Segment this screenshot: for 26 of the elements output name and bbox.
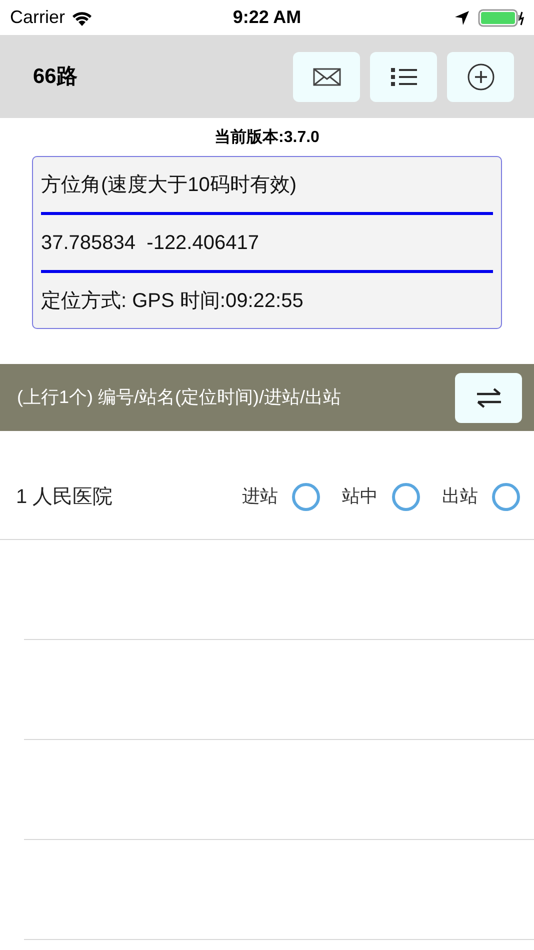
station-name: 1 人民医院 (16, 484, 114, 510)
envelope-icon (312, 68, 340, 86)
plus-circle-icon (466, 62, 494, 90)
option-label: 进站 (242, 485, 278, 508)
radio-button[interactable] (292, 482, 320, 510)
clock-time: 9:22 AM (232, 6, 302, 29)
list-button[interactable] (370, 52, 437, 102)
wifi-icon (71, 10, 94, 26)
version-text: 当前版本:3.7.0 (214, 128, 320, 148)
add-button[interactable] (447, 52, 514, 102)
info-text: 方位角(速度大于10码时有效) (41, 172, 297, 198)
swap-button[interactable] (455, 372, 522, 422)
option-label: 出站 (442, 485, 478, 508)
swap-arrows-icon (474, 386, 502, 408)
battery-icon (478, 8, 524, 26)
option-label: 站中 (342, 485, 378, 508)
mail-button[interactable] (293, 52, 360, 102)
radio-button[interactable] (392, 482, 420, 510)
info-text: 37.785834 -122.406417 (41, 230, 259, 256)
list-header-text: (上行1个) 编号/站名(定位时间)/进站/出站 (17, 386, 342, 409)
list-icon (390, 66, 416, 86)
location-arrow-icon (454, 10, 470, 26)
radio-button[interactable] (492, 482, 520, 510)
info-text: 定位方式: GPS 时间:09:22:55 (41, 288, 304, 314)
route-title: 66路 (33, 64, 78, 90)
carrier-name: Carrier (10, 6, 66, 29)
